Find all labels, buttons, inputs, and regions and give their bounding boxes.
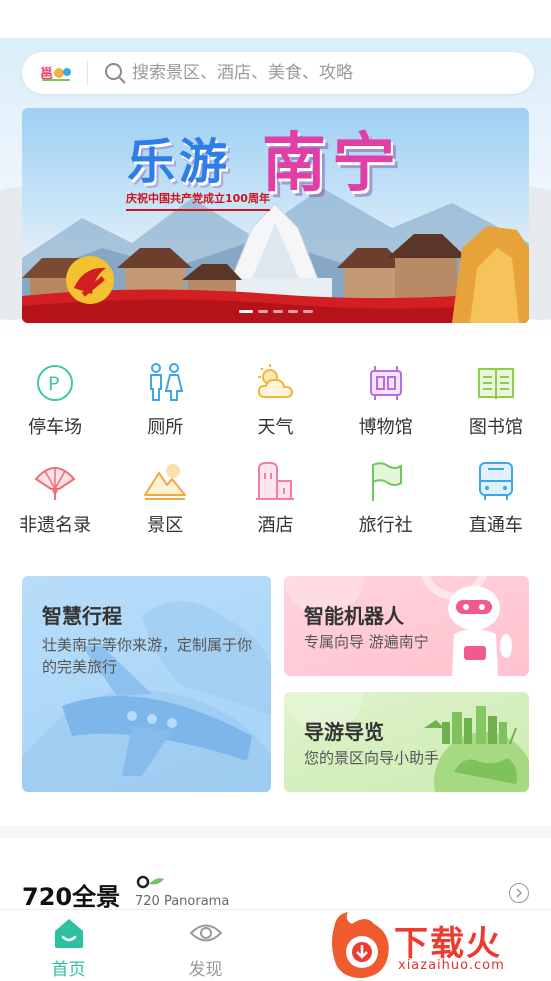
quick-link-label: 景区 [147,515,184,536]
flame-logo-icon [332,912,389,978]
quick-link-label: 停车场 [28,417,83,438]
banner-title-part2: 南宁 [262,126,402,201]
panorama-logo-icon [136,875,164,889]
chevron-right-icon [516,888,523,898]
tab-discover[interactable]: 发现 [137,910,274,981]
quick-link-museum[interactable]: 博物馆 [331,355,441,453]
quick-link-label: 酒店 [257,515,294,536]
quick-links-grid: P 停车场 厕所 天气 博物馆 图书馆 非遗名录 景区 酒店 旅行社 直通车 [0,355,551,551]
quick-link-label: 厕所 [147,417,184,438]
scenic-mountain-icon [144,464,187,500]
quick-link-heritage[interactable]: 非遗名录 [0,453,110,551]
tab-label: 首页 [51,960,86,980]
search-input[interactable] [132,57,534,89]
tab-label: 发现 [188,960,223,980]
restroom-icon [150,363,184,401]
weather-icon [258,364,294,398]
watermark: 下载火 xiazaihuo.com [326,910,551,981]
quick-link-label: 直通车 [468,515,523,536]
quick-link-scenic[interactable]: 景区 [110,453,220,551]
library-icon [477,368,514,400]
card-description: 壮美南宁等你来游，定制属于你的完美旅行 [42,636,253,676]
banner-dot [238,310,253,313]
banner-title-part1: 乐游 [127,134,232,190]
smart-robot-card[interactable]: 智能机器人 专属向导 游遍南宁 [284,576,529,676]
panorama-more-button[interactable] [509,883,529,903]
tab-home[interactable]: 首页 [0,910,137,981]
quick-link-label: 非遗名录 [19,515,92,536]
card-title: 导游导览 [304,720,384,744]
quick-link-parking[interactable]: P 停车场 [0,355,110,453]
card-description: 您的景区向导小助手 [304,749,440,767]
hotel-icon [256,462,295,500]
quick-link-library[interactable]: 图书馆 [441,355,551,453]
banner-dot [272,310,283,313]
banner-dot [287,310,298,313]
smart-itinerary-card[interactable]: 智慧行程 壮美南宁等你来游，定制属于你的完美旅行 [22,576,271,792]
card-title: 智能机器人 [304,604,404,628]
quick-link-weather[interactable]: 天气 [220,355,330,453]
banner-pagination [22,310,529,313]
bus-icon [478,462,513,500]
quick-link-hotel[interactable]: 酒店 [220,453,330,551]
tour-guide-card[interactable]: 导游导览 您的景区向导小助手 [284,692,529,792]
watermark-url: xiazaihuo.com [398,958,505,973]
travel-agency-flag-icon [371,462,402,501]
promo-banner[interactable]: 乐游 南宁 庆祝中国共产党成立100周年 [22,108,529,323]
search-bar[interactable]: 邕 [22,52,534,94]
museum-icon [369,366,402,400]
parking-icon: P [37,365,74,401]
card-description: 专属向导 游遍南宁 [304,633,429,651]
section-divider [0,826,551,838]
svg-text:P: P [48,373,59,395]
quick-link-label: 旅行社 [358,515,413,536]
banner-dot [302,310,313,313]
city-logo-icon[interactable]: 邕 [24,60,88,86]
panorama-subtitle: 720 Panorama [135,894,230,909]
eye-icon [189,924,222,942]
quick-link-restroom[interactable]: 厕所 [110,355,220,453]
banner-dot [257,310,268,313]
quick-link-travel-agency[interactable]: 旅行社 [331,453,441,551]
quick-link-label: 博物馆 [358,417,413,438]
panorama-title: 720全景 [22,883,121,911]
quick-link-label: 天气 [257,417,294,438]
heritage-fan-icon [34,467,76,500]
card-title: 智慧行程 [42,604,122,628]
quick-link-bus[interactable]: 直通车 [441,453,551,551]
status-bar [0,0,551,38]
home-icon [54,919,83,948]
search-icon [105,63,126,84]
banner-subtitle: 庆祝中国共产党成立100周年 [126,190,270,211]
quick-link-label: 图书馆 [468,417,523,438]
